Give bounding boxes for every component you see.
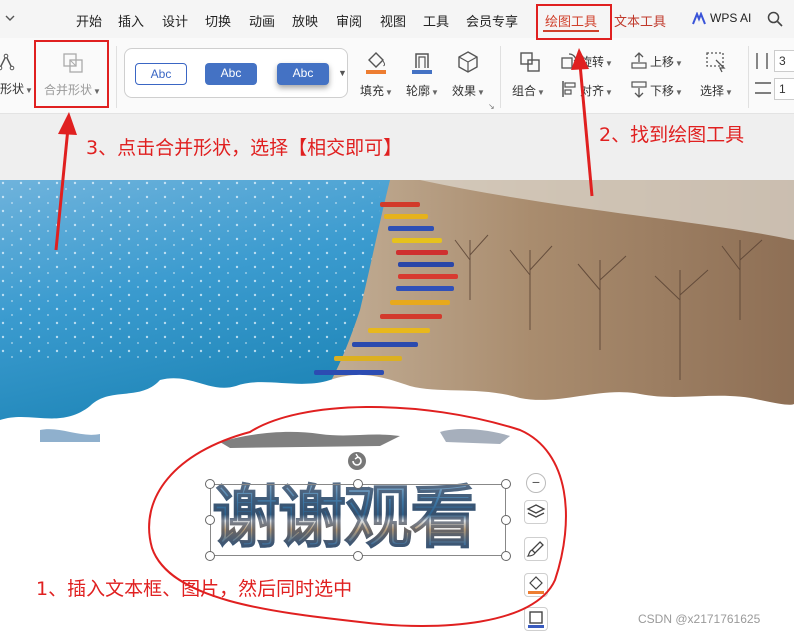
tab-insert[interactable]: 插入: [118, 11, 144, 30]
shape-style-shadow[interactable]: Abc: [277, 63, 329, 85]
fill-button[interactable]: 填充▼: [360, 82, 393, 99]
layers-icon: [526, 504, 546, 518]
shape-style-gallery: Abc Abc Abc: [124, 48, 348, 98]
height-icon: [754, 52, 770, 75]
style-gallery-more-icon[interactable]: ▼: [338, 68, 347, 78]
shape-edit-icon[interactable]: [0, 52, 16, 77]
shape-style-filled[interactable]: Abc: [205, 63, 257, 85]
shape-width-input[interactable]: 1: [774, 78, 794, 100]
width-icon: [754, 80, 772, 101]
resize-handle[interactable]: [205, 551, 215, 561]
rotate-button[interactable]: 旋转▼: [580, 53, 613, 70]
csdn-watermark: CSDN @x2171761625: [638, 612, 761, 626]
fill-bucket-icon: [528, 576, 544, 594]
send-backward-button[interactable]: 下移▼: [650, 82, 683, 99]
tab-home[interactable]: 开始: [76, 11, 102, 30]
merge-shape-button[interactable]: 合并形状▼: [44, 81, 101, 98]
active-tab-underline: [543, 30, 599, 32]
outline-color-button[interactable]: [524, 607, 548, 631]
wps-ai-button[interactable]: WPS AI: [710, 11, 751, 25]
resize-handle[interactable]: [501, 479, 511, 489]
resize-handle[interactable]: [205, 479, 215, 489]
merge-shape-icon[interactable]: [62, 52, 84, 79]
outline-icon: [528, 611, 544, 628]
tab-text-tools[interactable]: 文本工具: [614, 11, 666, 30]
align-icon[interactable]: [560, 80, 578, 103]
shape-style-outline[interactable]: Abc: [135, 63, 187, 85]
annotation-step-3: 3、点击合并形状，选择【相交即可】: [86, 137, 403, 159]
annotation-step-1: 1、插入文本框、图片，然后同时选中: [36, 578, 353, 600]
outline-button[interactable]: 轮廓▼: [406, 82, 439, 99]
collapse-toolbar-button[interactable]: −: [526, 473, 546, 493]
tab-design[interactable]: 设计: [162, 11, 188, 30]
bring-forward-button[interactable]: 上移▼: [650, 53, 683, 70]
shape-height-input[interactable]: 3: [774, 50, 794, 72]
effect-button[interactable]: 效果▼: [452, 82, 485, 99]
select-button[interactable]: 选择▼: [700, 82, 733, 99]
resize-handle[interactable]: [205, 515, 215, 525]
wps-ai-logo-icon[interactable]: [692, 11, 706, 26]
tab-tools[interactable]: 工具: [423, 11, 449, 30]
drawing-tools-ribbon: 形状▼ 合并形状▼ Abc Abc Abc ▼ 填充▼ 轮廓▼ 效果▼ ↘ 组合…: [0, 38, 794, 114]
selection-bounding-box: [210, 484, 506, 556]
align-button[interactable]: 对齐▼: [580, 82, 613, 99]
rotate-handle-icon[interactable]: [348, 452, 366, 470]
resize-handle[interactable]: [501, 515, 511, 525]
resize-handle[interactable]: [353, 551, 363, 561]
dialog-launcher-icon[interactable]: ↘: [488, 102, 495, 111]
resize-handle[interactable]: [353, 479, 363, 489]
ribbon-separator: [748, 46, 749, 108]
brush-icon: [526, 541, 544, 557]
tab-animation[interactable]: 动画: [249, 11, 275, 30]
format-brush-button[interactable]: [524, 537, 548, 561]
tab-drawing-tools[interactable]: 绘图工具: [545, 11, 597, 30]
tab-review[interactable]: 审阅: [336, 11, 362, 30]
shape-button[interactable]: 形状▼: [0, 80, 33, 97]
send-backward-icon[interactable]: [630, 80, 648, 103]
fill-color-button[interactable]: [524, 573, 548, 597]
chevron-down-icon[interactable]: [4, 12, 18, 26]
outline-icon[interactable]: [410, 50, 434, 81]
tab-view[interactable]: 视图: [380, 11, 406, 30]
combine-icon[interactable]: [518, 50, 542, 79]
ribbon-separator: [116, 46, 117, 108]
tab-member[interactable]: 会员专享: [466, 11, 518, 30]
combine-button[interactable]: 组合▼: [512, 82, 545, 99]
rotate-icon[interactable]: [560, 52, 579, 75]
select-pane-icon[interactable]: [704, 50, 728, 79]
tab-transition[interactable]: 切换: [205, 11, 231, 30]
menu-bar: 开始 插入 设计 切换 动画 放映 审阅 视图 工具 会员专享 绘图工具 文本工具 WPS AI: [0, 0, 794, 38]
tab-slideshow[interactable]: 放映: [292, 11, 318, 30]
bring-forward-icon[interactable]: [630, 52, 648, 75]
ribbon-separator: [500, 46, 501, 108]
resize-handle[interactable]: [501, 551, 511, 561]
fill-bucket-icon[interactable]: [364, 50, 388, 81]
lake-photo[interactable]: [0, 180, 794, 470]
layers-button[interactable]: [524, 500, 548, 524]
effect-cube-icon[interactable]: [456, 50, 480, 79]
search-icon[interactable]: [766, 10, 784, 28]
annotation-step-2: 2、找到绘图工具: [599, 124, 745, 146]
